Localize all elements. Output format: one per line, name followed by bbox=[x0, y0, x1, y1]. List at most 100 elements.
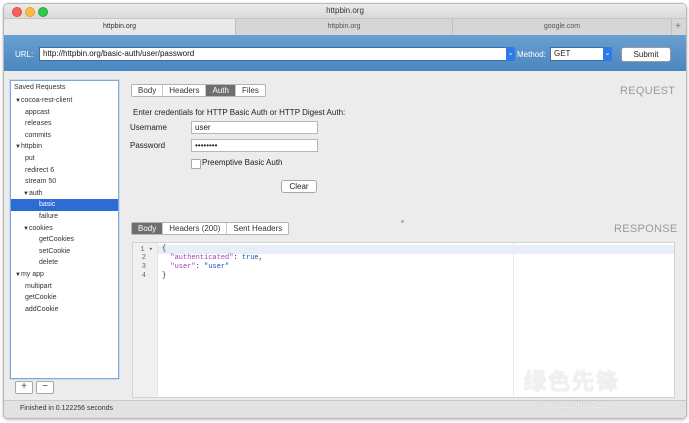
current-line-highlight bbox=[133, 245, 674, 254]
watermark-url: WWW.DOWNXIA.COM bbox=[539, 403, 613, 410]
sidebar-request-item[interactable]: commits bbox=[11, 130, 118, 142]
line-number: 4 bbox=[141, 272, 146, 280]
sidebar-request-item[interactable]: stream 50 bbox=[11, 176, 118, 188]
sidebar-folder[interactable]: ▼httpbin bbox=[11, 141, 118, 153]
sidebar-folder[interactable]: ▼my app bbox=[11, 269, 118, 281]
sidebar-request-item[interactable]: redirect 6 bbox=[11, 165, 118, 177]
sidebar-request-item[interactable]: multipart bbox=[11, 281, 118, 293]
sidebar-item-label: redirect 6 bbox=[25, 166, 55, 174]
clear-button[interactable]: Clear bbox=[281, 180, 317, 193]
code-line: } bbox=[162, 272, 167, 280]
minimize-window-button[interactable] bbox=[25, 7, 35, 17]
sidebar-request-item[interactable]: getCookies bbox=[11, 234, 118, 246]
sidebar-request-item[interactable]: appcast bbox=[11, 107, 118, 119]
sidebar-item-label: cocoa-rest-client bbox=[20, 97, 73, 104]
line-number: 3 bbox=[141, 263, 146, 271]
sidebar-item-label: appcast bbox=[25, 108, 50, 116]
app-window: httpbin.org httpbin.org httpbin.org goog… bbox=[3, 3, 687, 419]
method-select[interactable]: GET bbox=[550, 47, 606, 61]
preemptive-auth-checkbox[interactable] bbox=[191, 159, 201, 169]
sidebar-title: Saved Requests bbox=[14, 84, 66, 91]
remove-request-button[interactable]: − bbox=[36, 381, 54, 394]
tab-google[interactable]: google.com bbox=[453, 19, 672, 35]
sidebar-buttons: + − bbox=[15, 381, 57, 394]
request-tabs: Body Headers Auth Files bbox=[131, 84, 266, 97]
sidebar-folder[interactable]: ▼cocoa-rest-client bbox=[11, 95, 118, 107]
sidebar-item-label: addCookie bbox=[25, 305, 59, 313]
sidebar-request-item[interactable]: put bbox=[11, 153, 118, 165]
line-number-gutter: 1 ▾ 2 3 4 bbox=[133, 243, 158, 397]
submit-button[interactable]: Submit bbox=[621, 47, 671, 62]
sidebar-request-item[interactable]: basic bbox=[11, 199, 118, 211]
response-tab-sent-headers[interactable]: Sent Headers bbox=[227, 223, 288, 234]
window-title: httpbin.org bbox=[326, 6, 364, 15]
sidebar-folder[interactable]: ▼auth bbox=[11, 188, 118, 200]
password-label: Password bbox=[130, 141, 166, 150]
sidebar-item-label: auth bbox=[28, 189, 43, 197]
response-tab-body[interactable]: Body bbox=[132, 223, 164, 234]
tab-httpbin-2[interactable]: httpbin.org bbox=[236, 19, 453, 35]
add-request-button[interactable]: + bbox=[15, 381, 33, 394]
sidebar-request-item[interactable]: setCookie bbox=[11, 246, 118, 258]
json-key: "authenticated" bbox=[170, 254, 234, 262]
line-number: 2 bbox=[141, 254, 146, 262]
preemptive-auth-label: Preemptive Basic Auth bbox=[202, 158, 283, 167]
request-section-title: REQUEST bbox=[620, 85, 676, 97]
json-value: "user" bbox=[204, 263, 230, 271]
json-separator: : bbox=[233, 254, 242, 262]
password-field[interactable]: •••••••• bbox=[191, 139, 318, 152]
code-line: { bbox=[162, 245, 167, 253]
json-value: true bbox=[241, 254, 259, 262]
auth-prompt: Enter credentials for HTTP Basic Auth or… bbox=[133, 108, 346, 117]
zoom-window-button[interactable] bbox=[38, 7, 48, 17]
json-separator: : bbox=[195, 263, 205, 271]
sidebar-item-label: setCookie bbox=[39, 247, 71, 255]
sidebar-request-item[interactable]: delete bbox=[11, 257, 118, 269]
sidebar-item-label: put bbox=[25, 154, 35, 162]
tab-bar: httpbin.org httpbin.org google.com + bbox=[4, 18, 686, 36]
sidebar-item-label: getCookies bbox=[39, 236, 75, 244]
tab-httpbin-1[interactable]: httpbin.org bbox=[4, 19, 236, 35]
sidebar-item-label: basic bbox=[39, 201, 56, 209]
title-bar: httpbin.org bbox=[4, 4, 686, 18]
request-tab-body[interactable]: Body bbox=[132, 85, 164, 96]
sidebar-item-label: httpbin bbox=[20, 143, 42, 151]
split-view-divider-handle[interactable] bbox=[401, 220, 404, 223]
method-label: Method: bbox=[517, 50, 546, 59]
sidebar-item-label: getCookie bbox=[25, 294, 57, 302]
sidebar-request-item[interactable]: releases bbox=[11, 118, 118, 130]
code-line: "authenticated": true, bbox=[162, 254, 263, 262]
sidebar-request-item[interactable]: addCookie bbox=[11, 304, 118, 316]
response-section-title: RESPONSE bbox=[614, 223, 678, 235]
watermark-logo: 绿色先锋 bbox=[524, 369, 621, 394]
method-dropdown-button[interactable]: ⌄ bbox=[603, 47, 612, 61]
saved-requests-sidebar: Saved Requests ▼cocoa-rest-client appcast… bbox=[9, 79, 120, 380]
sidebar-item-label: commits bbox=[25, 131, 52, 139]
json-comma: , bbox=[258, 254, 263, 262]
sidebar-item-label: releases bbox=[25, 120, 52, 128]
sidebar-item-label: multipart bbox=[25, 282, 52, 290]
url-label: URL: bbox=[15, 50, 34, 59]
request-tab-auth[interactable]: Auth bbox=[206, 85, 236, 96]
url-input[interactable]: http://httpbin.org/basic-auth/user/passw… bbox=[39, 47, 508, 61]
request-tab-files[interactable]: Files bbox=[236, 85, 265, 96]
response-tabs: Body Headers (200) Sent Headers bbox=[131, 222, 290, 235]
add-tab-button[interactable]: + bbox=[672, 19, 686, 35]
response-tab-headers[interactable]: Headers (200) bbox=[163, 223, 228, 234]
fold-toggle-icon[interactable]: ▾ bbox=[149, 246, 153, 254]
sidebar-folder[interactable]: ▼cookies bbox=[11, 223, 118, 235]
json-key: "user" bbox=[170, 263, 196, 271]
chevron-down-icon: ⌄ bbox=[507, 50, 514, 57]
username-field[interactable]: user bbox=[191, 121, 318, 134]
sidebar-item-label: failure bbox=[39, 212, 59, 220]
status-text: Finished in 0.122256 seconds bbox=[20, 405, 114, 412]
request-tab-headers[interactable]: Headers bbox=[163, 85, 207, 96]
sidebar-request-item[interactable]: getCookie bbox=[11, 292, 118, 304]
sidebar-request-item[interactable]: failure bbox=[11, 211, 118, 223]
url-bar: URL: http://httpbin.org/basic-auth/user/… bbox=[4, 35, 686, 71]
saved-requests-tree: ▼cocoa-rest-client appcast releases commits… bbox=[11, 95, 118, 315]
chevron-down-icon: ⌄ bbox=[604, 50, 611, 57]
close-window-button[interactable] bbox=[12, 7, 22, 17]
url-history-dropdown-button[interactable]: ⌄ bbox=[506, 47, 515, 61]
line-number: 1 bbox=[140, 246, 145, 254]
